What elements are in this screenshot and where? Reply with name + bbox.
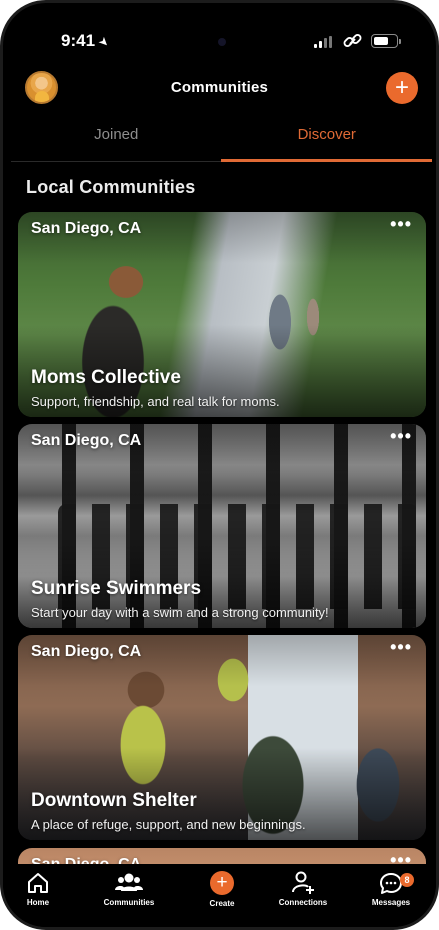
header: Communities + bbox=[3, 67, 436, 111]
tab-label: Messages bbox=[371, 898, 411, 907]
unread-badge: 8 bbox=[400, 873, 414, 887]
card-title: Downtown Shelter bbox=[31, 790, 197, 811]
card-location: San Diego, CA bbox=[31, 643, 142, 660]
more-options-button[interactable]: ••• bbox=[390, 426, 412, 447]
status-time: 9:41➤ bbox=[61, 31, 113, 51]
card-description: Support, friendship, and real talk for m… bbox=[31, 394, 280, 409]
link-icon bbox=[343, 34, 362, 47]
card-description: A place of refuge, support, and new begi… bbox=[31, 817, 306, 832]
home-icon bbox=[28, 873, 48, 893]
section-title: Local Communities bbox=[26, 177, 196, 197]
community-card[interactable]: San Diego, CA ••• Moms Collective Suppor… bbox=[18, 212, 426, 417]
battery-icon bbox=[371, 34, 401, 48]
tab-label: Connections bbox=[278, 898, 328, 907]
card-description: Start your day with a swim and a strong … bbox=[31, 605, 329, 620]
tab-connections[interactable]: Connections bbox=[263, 870, 343, 907]
community-card[interactable]: San Diego, CA ••• Sunrise Swimmers Start… bbox=[18, 424, 426, 628]
tab-label: Create bbox=[209, 899, 235, 908]
active-tab-indicator bbox=[221, 159, 432, 162]
camera-dot bbox=[218, 38, 226, 46]
card-title: Moms Collective bbox=[31, 367, 181, 388]
tab-communities[interactable]: Communities bbox=[89, 870, 169, 907]
page-title: Communities bbox=[170, 79, 269, 96]
tab-create[interactable]: + Create bbox=[182, 870, 262, 908]
tab-label: Home bbox=[26, 898, 50, 907]
card-location: San Diego, CA bbox=[31, 220, 142, 237]
tab-home[interactable]: Home bbox=[3, 870, 78, 907]
more-options-button[interactable]: ••• bbox=[390, 214, 412, 235]
cellular-signal-icon bbox=[314, 36, 332, 48]
add-community-button[interactable]: + bbox=[386, 72, 418, 104]
plus-icon: + bbox=[182, 871, 262, 897]
bottom-tab-bar: Home Communities + Create Connections 8 … bbox=[3, 864, 436, 927]
card-location: San Diego, CA bbox=[31, 432, 142, 449]
clock-text: 9:41 bbox=[61, 31, 96, 50]
tab-messages[interactable]: 8 Messages bbox=[351, 870, 431, 907]
tab-joined[interactable]: Joined bbox=[11, 113, 222, 161]
location-arrow-icon: ➤ bbox=[95, 33, 113, 51]
add-person-icon bbox=[292, 871, 314, 894]
create-circle: + bbox=[210, 871, 234, 895]
card-title: Sunrise Swimmers bbox=[31, 578, 202, 599]
dynamic-island bbox=[174, 27, 270, 57]
more-options-button[interactable]: ••• bbox=[390, 637, 412, 658]
community-card[interactable]: San Diego, CA ••• Downtown Shelter A pla… bbox=[18, 635, 426, 840]
tab-discover[interactable]: Discover bbox=[222, 113, 433, 161]
people-icon bbox=[115, 873, 143, 891]
segment-tabs: Joined Discover bbox=[11, 113, 432, 162]
status-bar: 9:41➤ bbox=[3, 3, 436, 65]
phone-screen: 9:41➤ Communities + Joined Discover Loca… bbox=[0, 0, 439, 930]
tab-label: Communities bbox=[103, 898, 155, 907]
